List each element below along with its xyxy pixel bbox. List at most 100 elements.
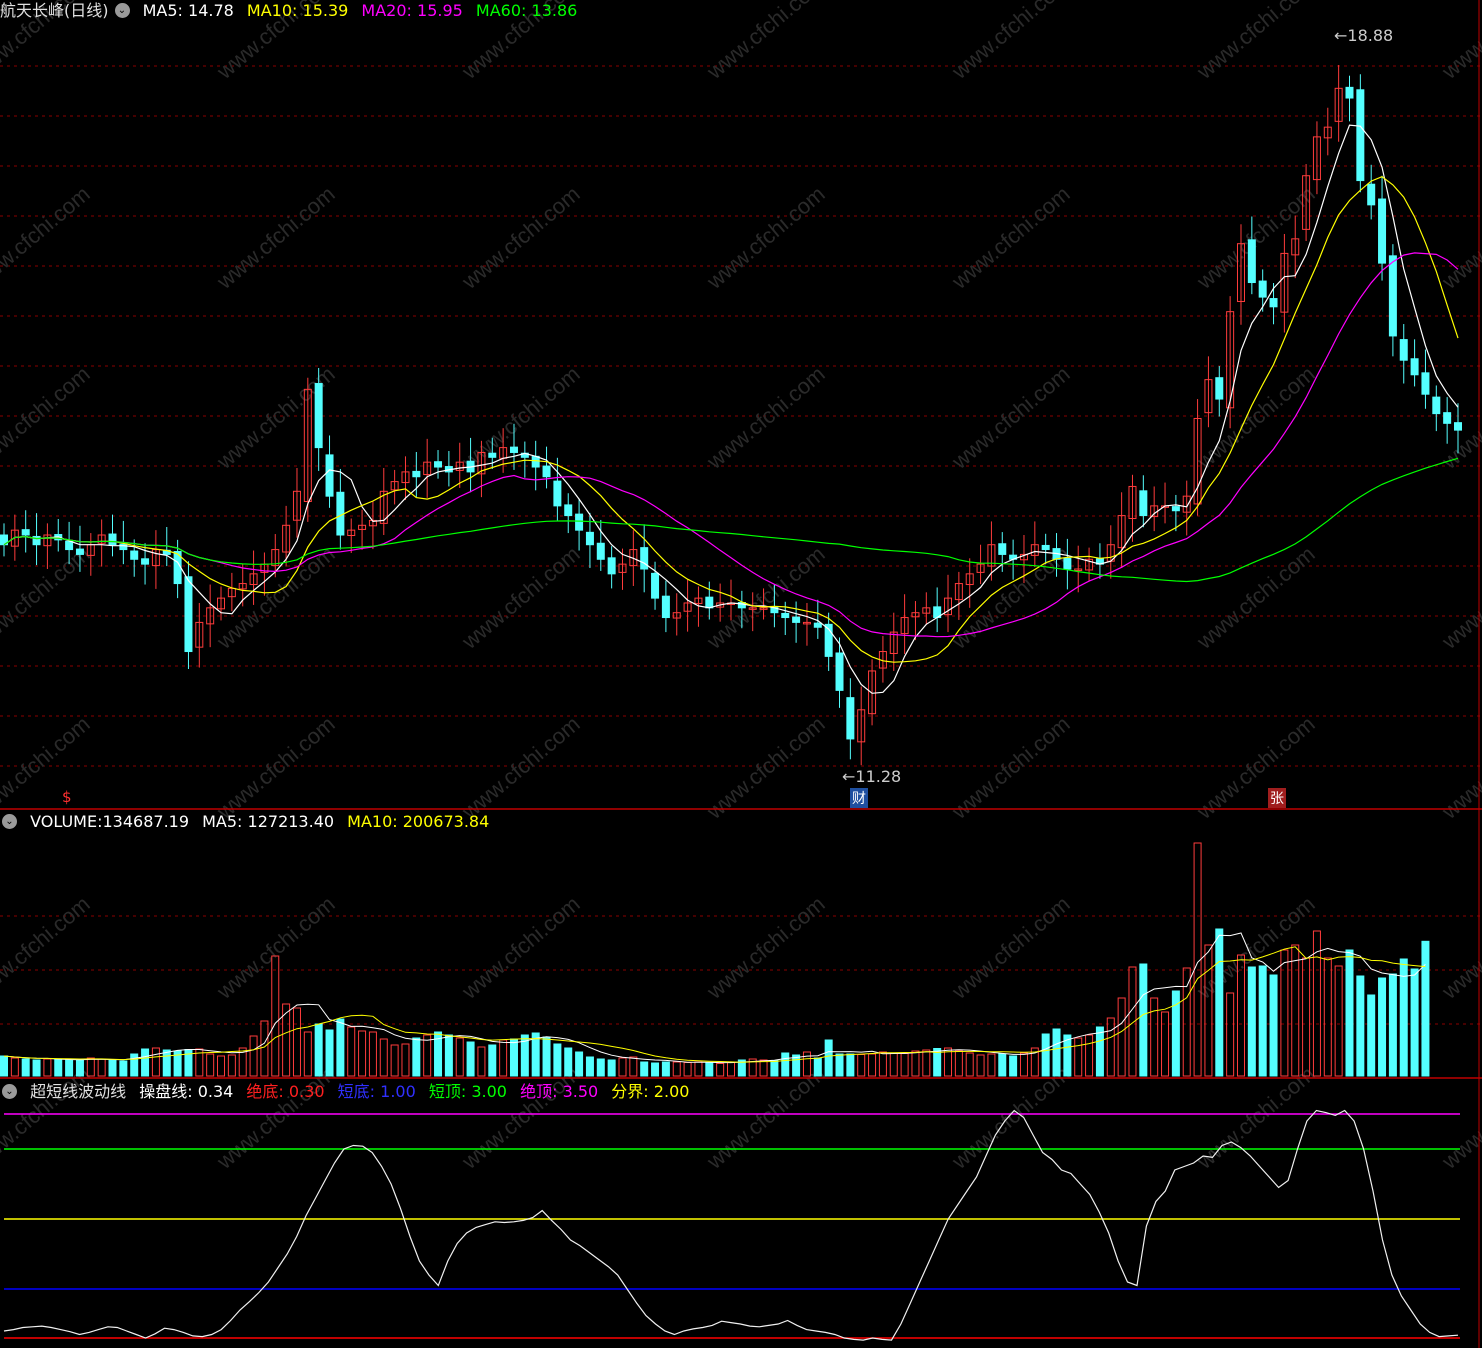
main-panel-toggle-icon[interactable] <box>114 3 130 18</box>
candle-body <box>1454 422 1462 431</box>
volume-bar <box>987 1053 996 1077</box>
short-bottom-label: 短底: <box>337 1082 376 1101</box>
watermark-text: www.cfchi.com <box>701 181 829 294</box>
candle-body <box>108 533 117 546</box>
watermark-text: www.cfchi.com <box>1436 181 1482 294</box>
volume-bar <box>1367 994 1376 1077</box>
volume-bar <box>770 1060 779 1077</box>
volume-bar <box>455 1037 464 1077</box>
watermark-text: www.cfchi.com <box>456 891 584 1004</box>
volume-bar <box>1312 930 1321 1077</box>
candle-body <box>835 652 844 691</box>
candle-body <box>314 383 323 449</box>
candle-body <box>1367 183 1376 206</box>
volume-bar <box>358 1030 367 1077</box>
watermark-text: www.cfchi.com <box>1191 541 1319 654</box>
volume-bar <box>683 1062 692 1077</box>
candle-body <box>661 595 670 619</box>
watermark-text: www.cfchi.com <box>1436 711 1482 824</box>
volume-bar <box>206 1053 215 1077</box>
volume-bar <box>1074 1037 1083 1077</box>
volume-bar <box>1182 967 1191 1077</box>
volume-bar <box>1052 1028 1061 1077</box>
volume-bar <box>868 1053 877 1077</box>
volume-bar <box>217 1055 226 1077</box>
candle-body <box>1063 557 1072 570</box>
watermark-text: www.cfchi.com <box>946 711 1074 824</box>
volume-bar <box>227 1054 236 1077</box>
volume-bar <box>564 1047 573 1077</box>
volume-bar <box>1280 949 1289 1077</box>
volume-bar <box>390 1044 399 1077</box>
stock-chart-canvas[interactable]: www.cfchi.com www.cfchi.com www.cfchi.com w… <box>0 0 1482 1348</box>
candle-body <box>585 531 594 546</box>
watermark-text: www.cfchi.com <box>701 361 829 474</box>
watermark-text: www.cfchi.com <box>456 541 584 654</box>
volume-bar <box>1161 1011 1170 1077</box>
volume-bar <box>1009 1055 1018 1077</box>
volume-bar <box>130 1053 139 1077</box>
volume-bar <box>640 1061 649 1077</box>
volume-bar <box>575 1051 584 1077</box>
limit-up-badge[interactable]: 张 <box>1268 788 1286 808</box>
high-price-value: 18.88 <box>1347 26 1394 45</box>
candle-body <box>1171 506 1180 512</box>
volume-bar <box>651 1062 660 1077</box>
volume-bar <box>141 1048 150 1077</box>
volume-bar <box>1019 1052 1028 1077</box>
volume-bar <box>75 1060 84 1077</box>
candle-body <box>651 572 660 599</box>
volume-bar <box>54 1059 63 1077</box>
volume-bar <box>629 1056 638 1077</box>
watermark-text: www.cfchi.com <box>0 181 95 294</box>
candle-body <box>1378 198 1387 264</box>
volume-bar <box>1117 997 1126 1077</box>
volume-bar <box>151 1047 160 1077</box>
volume-bar <box>379 1038 388 1077</box>
finance-badge[interactable]: 财 <box>850 788 868 808</box>
candle-body <box>1041 544 1050 551</box>
watermark-text: www.cfchi.com <box>0 891 95 1004</box>
volume-bar <box>965 1052 974 1077</box>
volume-bar <box>998 1053 1007 1077</box>
divide-label: 分界: <box>611 1082 649 1101</box>
volume-bar <box>412 1037 421 1077</box>
volume-bar <box>661 1061 670 1077</box>
volume-bar <box>401 1043 410 1077</box>
low-price-marker: ←11.28 <box>842 767 902 786</box>
candle-body <box>792 616 801 623</box>
volume-panel-header: VOLUME:134687.19 MA5: 127213.40 MA10: 20… <box>0 811 497 833</box>
candle-body <box>1247 239 1256 284</box>
vol-ma10-label: MA10: <box>347 812 398 831</box>
oscillator-panel-toggle-icon[interactable] <box>2 1084 17 1099</box>
volume-bar <box>477 1046 486 1077</box>
volume-bar <box>813 1057 822 1077</box>
volume-bar <box>781 1052 790 1077</box>
volume-bar <box>271 955 280 1077</box>
main-panel-header: 航天长峰(日线) MA5: 14.78 MA10: 15.39 MA20: 15… <box>0 0 585 22</box>
volume-bar <box>900 1053 909 1077</box>
candle-body <box>336 491 345 536</box>
watermark-text: www.cfchi.com <box>211 181 339 294</box>
volume-bar <box>162 1049 171 1077</box>
volume-bar <box>119 1060 128 1077</box>
volume-bar <box>108 1059 117 1077</box>
dollar-marker[interactable]: $ <box>62 788 72 806</box>
abs-top-label: 绝顶: <box>520 1082 558 1101</box>
volume-bar <box>922 1049 931 1077</box>
volume-bar <box>1247 966 1256 1077</box>
volume-bar <box>1345 949 1354 1077</box>
candle-body <box>141 558 150 565</box>
short-top-value: 3.00 <box>471 1082 507 1101</box>
volume-bar <box>1204 944 1213 1077</box>
volume-bar <box>1226 992 1235 1077</box>
watermark-text: www.cfchi.com <box>946 361 1074 474</box>
volume-bar <box>260 1020 269 1077</box>
volume-bar <box>727 1061 735 1077</box>
volume-bar <box>1150 997 1159 1077</box>
volume-bar <box>672 1061 681 1077</box>
volume-panel-toggle-icon[interactable] <box>2 814 17 829</box>
volume-bar <box>0 1055 8 1077</box>
candle-body <box>607 557 616 575</box>
volume-value: 134687.19 <box>102 812 190 831</box>
